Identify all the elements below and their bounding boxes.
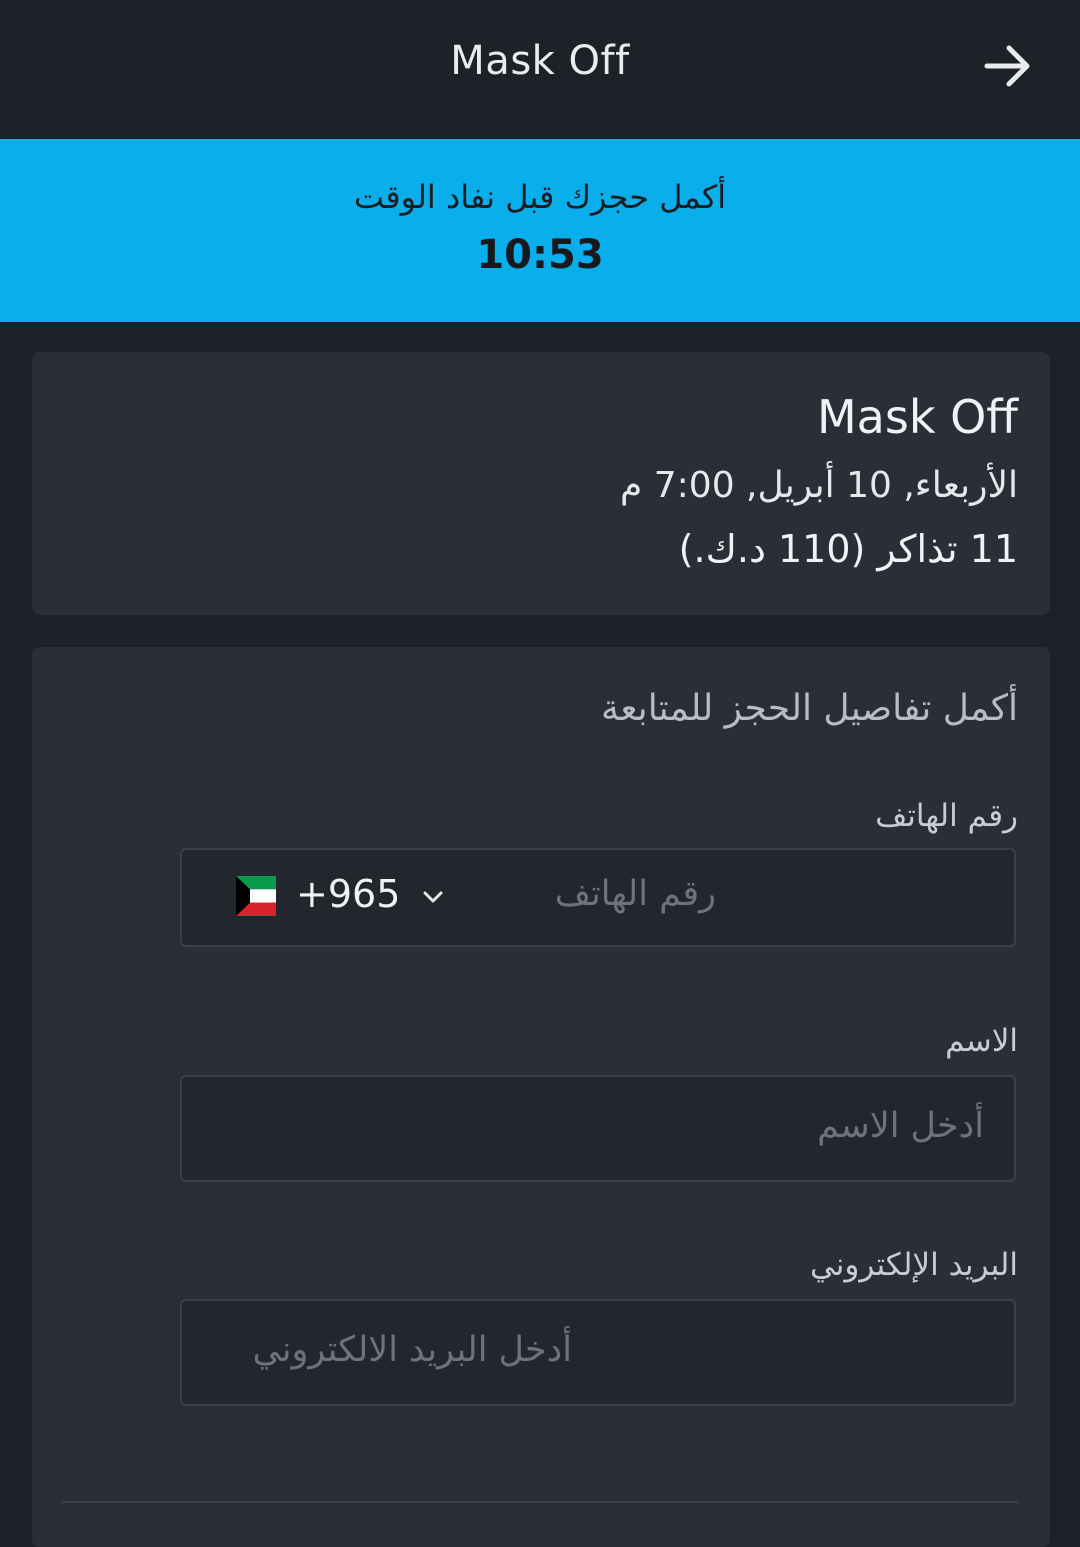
arrow-right-icon bbox=[984, 45, 1030, 87]
chevron-down-icon[interactable] bbox=[420, 884, 446, 910]
back-button[interactable] bbox=[978, 38, 1038, 94]
form-heading: أكمل تفاصيل الحجز للمتابعة bbox=[601, 688, 1018, 729]
phone-input-placeholder[interactable]: رقم الهاتف bbox=[555, 874, 716, 914]
countdown-timer: 10:53 bbox=[476, 232, 604, 278]
email-label: البريد الإلكتروني bbox=[809, 1247, 1018, 1283]
form-divider bbox=[62, 1501, 1018, 1503]
event-title: Mask Off bbox=[816, 390, 1018, 444]
timer-banner bbox=[0, 139, 1080, 322]
timer-message: أكمل حجزك قبل نفاد الوقت bbox=[353, 178, 727, 216]
ticket-summary: 11 تذاكر (110 د.ك.) bbox=[678, 527, 1018, 571]
page-title: Mask Off bbox=[450, 38, 630, 84]
phone-label: رقم الهاتف bbox=[875, 798, 1018, 834]
name-label: الاسم bbox=[945, 1023, 1018, 1059]
name-input-placeholder[interactable]: أدخل الاسم bbox=[817, 1106, 984, 1146]
country-code-selector[interactable]: +965 bbox=[296, 872, 400, 916]
email-input-placeholder[interactable]: أدخل البريد الالكتروني bbox=[253, 1330, 572, 1370]
kuwait-flag-icon bbox=[236, 876, 276, 916]
event-date: الأربعاء, 10 أبريل, 7:00 م bbox=[620, 465, 1018, 506]
